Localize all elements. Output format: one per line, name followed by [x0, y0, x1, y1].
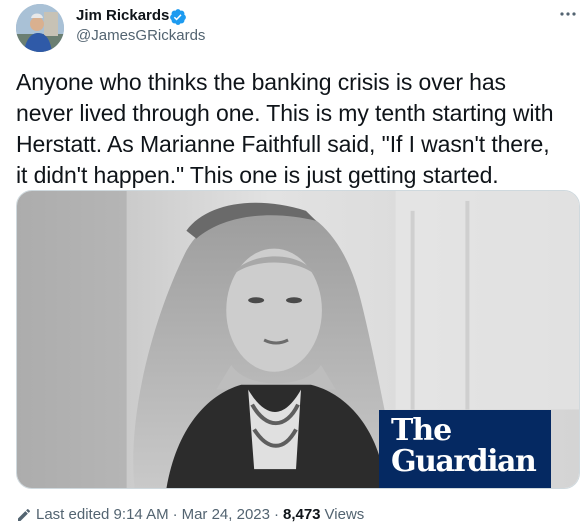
guardian-logo: The Guardian	[379, 410, 551, 488]
media-card[interactable]: The Guardian	[16, 190, 580, 489]
tweet-text: Anyone who thinks the banking crisis is …	[16, 67, 581, 191]
avatar[interactable]	[16, 4, 64, 52]
more-icon	[560, 12, 576, 16]
tweet-meta: Last edited 9:14 AM · Mar 24, 2023 · 8,4…	[16, 505, 364, 525]
tweet-text-line: Herstatt. As Marianne Faithfull said, "I…	[16, 131, 550, 157]
views-count: 8,473	[282, 506, 321, 523]
tweet-text-line: never lived through one. This is my tent…	[16, 100, 554, 126]
views-label: Views	[324, 506, 365, 523]
logo-line-the: The	[391, 413, 452, 448]
verified-badge-icon	[170, 9, 186, 25]
more-options-button[interactable]	[556, 4, 580, 24]
edit-pencil-icon	[18, 508, 31, 521]
logo-line-guardian: Guardian	[391, 444, 537, 479]
tweet-text-line: it didn't happen." This one is just gett…	[16, 162, 499, 188]
author-name[interactable]: Jim Rickards	[76, 6, 169, 26]
tweet-text-line: Anyone who thinks the banking crisis is …	[16, 69, 506, 95]
tweet-date[interactable]: Mar 24, 2023	[182, 505, 270, 525]
meta-separator: ·	[273, 506, 279, 523]
author-handle[interactable]: @JamesGRickards	[76, 26, 205, 46]
edited-link[interactable]: Last edited 9:14 AM	[36, 505, 169, 525]
meta-separator: ·	[172, 506, 178, 523]
avatar-image	[16, 4, 64, 52]
tweet: Jim Rickards @JamesGRickards Anyone who …	[0, 0, 588, 528]
